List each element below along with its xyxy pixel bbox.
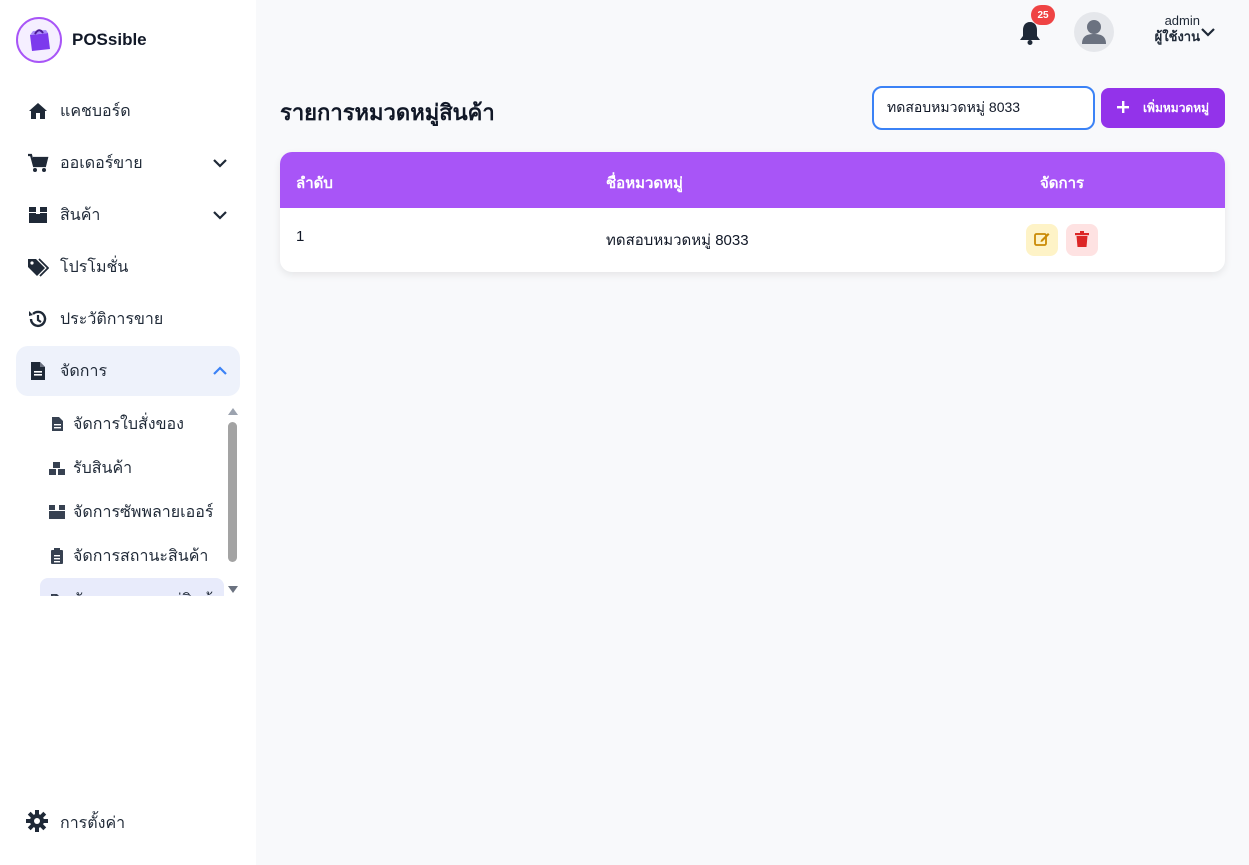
chevron-down-icon (210, 153, 230, 173)
page-title: รายการหมวดหมู่สินค้า (280, 100, 495, 125)
boxes-icon (48, 459, 66, 477)
sidebar-item-label: ประวัติการขาย (60, 310, 164, 328)
box-icon (26, 203, 50, 227)
sidebar-item-promotions[interactable]: โปรโมชั่น (16, 242, 240, 292)
submenu-scrollbar[interactable] (227, 405, 238, 595)
sidebar: POSsible แคชบอร์ด ออเดอร์ขาย สินค้า โปรโ… (0, 0, 256, 865)
tags-icon (26, 255, 50, 279)
sidebar-item-dashboard[interactable]: แคชบอร์ด (16, 86, 240, 136)
table-row: 1 ทดสอบหมวดหมู่ 8033 (280, 208, 1225, 272)
trash-icon (1075, 230, 1089, 250)
history-icon (26, 307, 50, 331)
scroll-up-arrow-icon[interactable] (228, 408, 238, 415)
submenu-item-purchase-orders[interactable]: จัดการใบสั่งของ (40, 402, 224, 446)
sidebar-item-sales-history[interactable]: ประวัติการขาย (16, 294, 240, 344)
column-header-name: ชื่อหมวดหมู่ (606, 175, 683, 192)
submenu-item-label: จัดการหมวดหมู่สินค้า (73, 588, 222, 597)
submenu-item-label: จัดการสถานะสินค้า (73, 547, 209, 565)
home-icon (26, 99, 50, 123)
delete-button[interactable] (1066, 224, 1098, 256)
add-category-button[interactable]: เพิ่มหมวดหมู่ (1101, 88, 1225, 128)
brand-name: POSsible (72, 30, 147, 49)
sidebar-item-products[interactable]: สินค้า (16, 190, 240, 240)
table-header: ลำดับ ชื่อหมวดหมู่ จัดการ (280, 152, 1225, 208)
column-header-index: ลำดับ (296, 175, 333, 192)
submenu-item-label: จัดการซัพพลายเออร์ (73, 503, 214, 521)
submenu-item-product-status[interactable]: จัดการสถานะสินค้า (40, 534, 224, 578)
categories-table: ลำดับ ชื่อหมวดหมู่ จัดการ 1 ทดสอบหมวดหมู… (280, 152, 1225, 272)
user-menu[interactable]: admin ผู้ใช้งาน (1140, 13, 1200, 45)
sidebar-item-label: แคชบอร์ด (60, 102, 131, 120)
shopping-bag-logo-icon (16, 17, 62, 63)
search-input[interactable] (872, 86, 1095, 130)
settings-label: การตั้งค่า (60, 815, 126, 832)
submenu-item-suppliers[interactable]: จัดการซัพพลายเออร์ (40, 490, 224, 534)
row-index: 1 (296, 228, 305, 245)
column-header-actions: จัดการ (1040, 175, 1085, 192)
submenu-item-label: รับสินค้า (73, 459, 133, 477)
box-icon (48, 503, 66, 521)
manage-submenu: จัดการใบสั่งของ รับสินค้า จัดการซัพพลายเ… (40, 402, 224, 596)
cart-icon (26, 151, 50, 175)
sidebar-item-label: สินค้า (60, 206, 101, 224)
sidebar-item-label: ออเดอร์ขาย (60, 154, 143, 172)
chevron-down-icon[interactable] (1200, 24, 1216, 40)
plus-icon (1116, 100, 1129, 116)
notification-count-badge: 25 (1031, 5, 1055, 25)
user-role: ผู้ใช้งาน (1154, 29, 1200, 44)
avatar[interactable] (1074, 12, 1114, 52)
sidebar-item-settings[interactable]: การตั้งค่า (26, 810, 125, 837)
file-icon (48, 415, 66, 433)
edit-icon (1034, 231, 1050, 250)
document-icon (26, 359, 50, 383)
chevron-down-icon (210, 205, 230, 225)
tag-icon (48, 591, 66, 596)
user-name: admin (1164, 13, 1200, 28)
sidebar-item-label: จัดการ (60, 362, 108, 380)
sidebar-item-manage[interactable]: จัดการ (16, 346, 240, 396)
clipboard-icon (48, 547, 66, 565)
sidebar-item-orders[interactable]: ออเดอร์ขาย (16, 138, 240, 188)
row-category-name: ทดสอบหมวดหมู่ 8033 (606, 232, 749, 249)
submenu-item-receive-goods[interactable]: รับสินค้า (40, 446, 224, 490)
sidebar-item-label: โปรโมชั่น (60, 258, 129, 276)
main-nav: แคชบอร์ด ออเดอร์ขาย สินค้า โปรโมชั่น ประ… (16, 86, 240, 398)
brand[interactable]: POSsible (16, 17, 147, 63)
scroll-down-arrow-icon[interactable] (228, 586, 238, 593)
chevron-up-icon (210, 361, 230, 381)
submenu-item-label: จัดการใบสั่งของ (73, 415, 184, 433)
submenu-item-categories[interactable]: จัดการหมวดหมู่สินค้า (40, 578, 224, 596)
add-button-label: เพิ่มหมวดหมู่ (1142, 100, 1210, 115)
gear-icon (26, 810, 48, 837)
scroll-thumb[interactable] (228, 422, 237, 562)
edit-button[interactable] (1026, 224, 1058, 256)
